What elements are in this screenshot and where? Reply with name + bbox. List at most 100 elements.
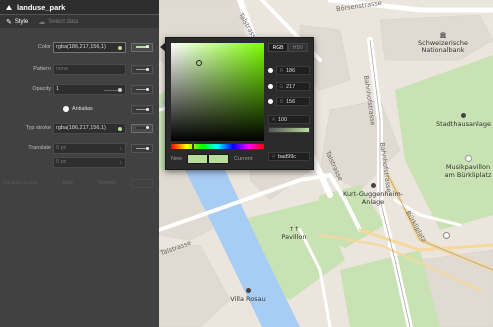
- color-zoom-button[interactable]: [131, 42, 153, 52]
- color-picker-popover: New Current RGB HSV R 186 G 217 B 156 A …: [165, 37, 314, 170]
- antialias-label: Antialias: [72, 106, 93, 112]
- channel-value: 156: [286, 98, 296, 105]
- hex-input[interactable]: # bad99c: [268, 152, 310, 161]
- color-swatch: [118, 45, 122, 50]
- translate-anchor-zoom-button[interactable]: [131, 178, 153, 188]
- poi-marker-small[interactable]: [443, 232, 450, 239]
- hex-prefix: #: [272, 153, 275, 160]
- sv-cursor[interactable]: [196, 60, 202, 66]
- stepper-icon[interactable]: ↕: [120, 146, 123, 152]
- opacity-input[interactable]: 1: [53, 83, 126, 95]
- tab-select-data-label: Select data: [48, 18, 79, 25]
- antialias-zoom-button[interactable]: [131, 104, 153, 114]
- poi-label: Pavillon: [281, 232, 307, 241]
- poi-label: Musikpavillon am Bürkliplatz: [444, 163, 492, 179]
- opacity-row: Opacity 1: [0, 82, 159, 96]
- music-icon: [464, 155, 472, 162]
- color-label: Color: [37, 44, 51, 50]
- channel-b: B 156: [268, 97, 310, 106]
- translate-y-row: 0 px ↕: [0, 155, 159, 169]
- hue-slider[interactable]: [171, 144, 264, 149]
- stroke-swatch: [118, 126, 122, 131]
- color-value: rgba(186,217,156,1): [56, 44, 106, 50]
- translate-y-placeholder: 0 px: [56, 159, 67, 165]
- poi-villa-rosau[interactable]: Villa Rosau: [226, 288, 270, 304]
- color-row: Color rgba(186,217,156,1): [0, 40, 159, 54]
- channel-g-input[interactable]: G 217: [276, 82, 310, 91]
- opacity-value: 1: [56, 86, 60, 92]
- opacity-zoom-button[interactable]: [131, 84, 153, 94]
- tab-bar: ✎ Style ☁ Select data: [0, 15, 159, 28]
- anchor-option-map[interactable]: Map: [63, 180, 73, 186]
- color-mode-tabs: RGB HSV: [268, 43, 308, 52]
- translate-anchor-row: Translate anchor Map Viewport: [0, 176, 159, 190]
- tab-style-label: Style: [14, 18, 29, 25]
- poi-label: Schweizerische Nationalbank: [418, 38, 468, 55]
- poi-pavillon[interactable]: ↑↑ Pavillon: [274, 226, 314, 241]
- database-icon: ☁: [38, 18, 46, 26]
- stroke-row: Typ stroke rgba(186,217,156,1): [0, 121, 159, 135]
- translate-zoom-button[interactable]: [131, 143, 153, 153]
- mode-tab-hsv[interactable]: HSV: [288, 43, 308, 52]
- stroke-label: Typ stroke: [25, 125, 51, 131]
- channel-g: G 217: [268, 82, 310, 91]
- alpha-input[interactable]: A 100: [268, 115, 310, 124]
- translate-y-input[interactable]: 0 px ↕: [53, 156, 126, 168]
- current-color-swatch[interactable]: [208, 153, 230, 164]
- poi-label: Kurt-Guggenheim-Anlage: [343, 190, 403, 206]
- saturation-value-area[interactable]: [171, 43, 264, 141]
- tab-select-data[interactable]: ☁ Select data: [38, 18, 78, 26]
- layer-editor-panel: landuse_park ✎ Style ☁ Select data Color…: [0, 0, 159, 327]
- antialias-checkbox[interactable]: [63, 106, 69, 112]
- mode-tab-rgb[interactable]: RGB: [268, 43, 288, 52]
- color-input[interactable]: rgba(186,217,156,1): [53, 41, 126, 53]
- hex-value: bad99c: [278, 153, 297, 160]
- stroke-zoom-button[interactable]: [131, 123, 153, 133]
- poi-nationalbank[interactable]: 🏛︎ Schweizerische Nationalbank: [413, 32, 473, 55]
- translate-x-placeholder: 0 px: [56, 145, 67, 151]
- new-color-swatch: [187, 153, 209, 164]
- poi-label: Stadthausanlage: [436, 120, 491, 129]
- new-color-label: New: [171, 155, 183, 162]
- pattern-label: Pattern: [33, 66, 51, 72]
- layer-header: landuse_park: [0, 0, 159, 15]
- alpha-slider[interactable]: [268, 127, 310, 133]
- channel-radio[interactable]: [268, 99, 273, 104]
- antialias-row: Antialias: [0, 102, 159, 116]
- translate-anchor-label: Translate anchor: [2, 180, 38, 186]
- channel-value: 186: [286, 67, 296, 74]
- channel-radio[interactable]: [268, 84, 273, 89]
- hue-slider-handle[interactable]: [192, 142, 194, 151]
- current-color-label: Current: [234, 155, 253, 162]
- channel-r: R 186: [268, 66, 310, 75]
- pattern-row: Pattern none: [0, 62, 159, 76]
- poi-stadthausanlage[interactable]: Stadthausanlage: [436, 113, 491, 129]
- translate-label: Translate: [28, 145, 51, 151]
- pattern-placeholder: none: [56, 66, 69, 72]
- layer-title: landuse_park: [17, 2, 66, 12]
- alpha-value: 100: [278, 116, 288, 123]
- stroke-input[interactable]: rgba(186,217,156,1): [53, 122, 126, 134]
- channel-letter: G: [279, 83, 284, 90]
- channel-b-input[interactable]: B 156: [276, 97, 310, 106]
- opacity-label: Opacity: [32, 86, 51, 92]
- brush-icon: ✎: [6, 18, 12, 26]
- tab-style[interactable]: ✎ Style: [6, 18, 28, 26]
- color-compare: New Current: [171, 153, 264, 164]
- channel-value: 217: [286, 83, 296, 90]
- stepper-icon[interactable]: ↕: [120, 160, 123, 166]
- channel-letter: B: [279, 98, 284, 105]
- opacity-slider-handle[interactable]: [118, 87, 122, 92]
- poi-kurt-guggenheim[interactable]: Kurt-Guggenheim-Anlage: [343, 183, 403, 206]
- alpha-letter: A: [271, 116, 276, 123]
- channel-letter: R: [279, 67, 284, 74]
- poi-musikpavillon[interactable]: Musikpavillon am Bürkliplatz: [443, 155, 493, 179]
- pattern-zoom-button[interactable]: [131, 64, 153, 74]
- channel-radio[interactable]: [268, 68, 273, 73]
- poi-label: Villa Rosau: [230, 295, 266, 304]
- translate-x-row: Translate 0 px ↕: [0, 141, 159, 155]
- channel-r-input[interactable]: R 186: [276, 66, 310, 75]
- anchor-option-viewport[interactable]: Viewport: [97, 180, 116, 186]
- translate-x-input[interactable]: 0 px ↕: [53, 142, 126, 154]
- pattern-input[interactable]: none: [53, 63, 126, 75]
